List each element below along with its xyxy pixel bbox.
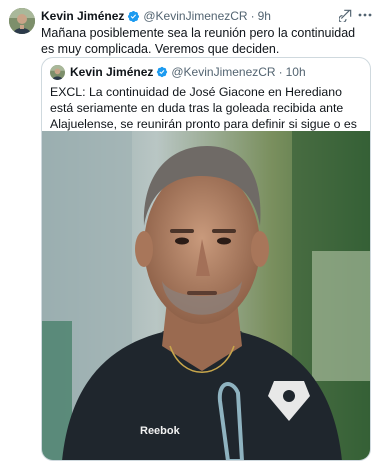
quoted-author-name: Kevin Jiménez: [70, 65, 154, 79]
more-icon[interactable]: [358, 8, 372, 22]
verified-badge-icon: [127, 10, 140, 23]
author-name[interactable]: Kevin Jiménez: [41, 9, 124, 23]
separator: ·: [278, 65, 283, 79]
quoted-tweet-photo[interactable]: Reebok: [42, 131, 370, 460]
quoted-author-handle: @KevinJimenezCR: [171, 65, 276, 79]
tweet[interactable]: Kevin Jiménez @KevinJimenezCR · 9h Mañan…: [0, 0, 380, 464]
quoted-timestamp: 10h: [285, 65, 306, 79]
author-avatar[interactable]: [9, 8, 35, 34]
timestamp[interactable]: 9h: [258, 9, 271, 23]
tweet-text: Mañana posiblemente sea la reunión pero …: [41, 26, 356, 56]
author-handle[interactable]: @KevinJimenezCR: [143, 9, 247, 23]
tweet-header: Kevin Jiménez @KevinJimenezCR · 9h: [41, 8, 271, 24]
separator: ·: [250, 9, 255, 23]
grok-icon[interactable]: [338, 8, 353, 24]
quoted-tweet-header: Kevin Jiménez @KevinJimenezCR · 10h: [70, 64, 306, 80]
quoted-author-avatar: [50, 65, 65, 80]
shirt-brand-text: Reebok: [140, 425, 181, 437]
quoted-tweet[interactable]: Kevin Jiménez @KevinJimenezCR · 10h EXCL…: [41, 57, 371, 461]
verified-badge-icon: [156, 66, 168, 78]
